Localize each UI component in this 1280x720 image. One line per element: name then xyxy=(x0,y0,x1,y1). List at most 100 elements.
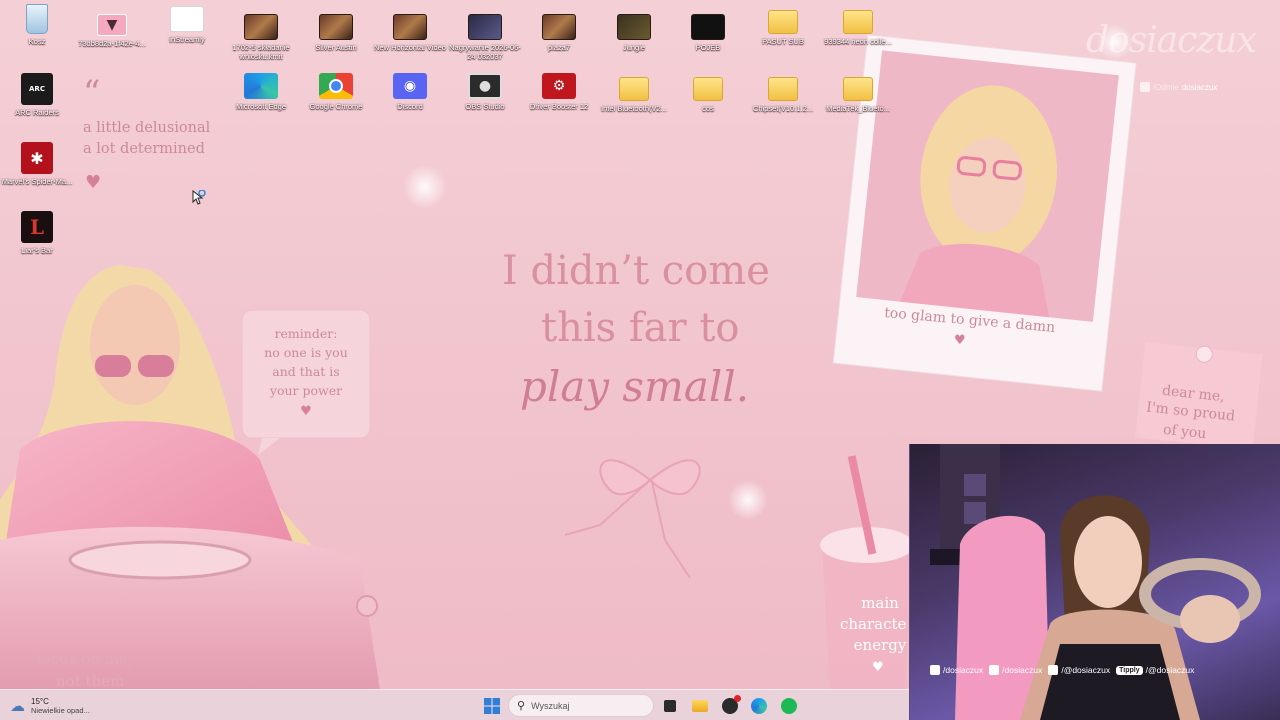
desktop-icon-folder-neon[interactable]: 939344 neon colle... xyxy=(820,10,896,74)
search-placeholder: Wyszukaj xyxy=(531,700,570,711)
weather-widget[interactable]: ☁ 15°C Niewielkie opad... xyxy=(10,694,90,718)
windows-logo-icon xyxy=(484,698,500,714)
reminder-heart-icon: ♥ xyxy=(300,404,312,419)
folder-icon xyxy=(768,10,798,34)
tiktok-icon xyxy=(989,665,1000,675)
quote-mark: “ xyxy=(83,73,101,113)
notification-dot xyxy=(734,695,741,702)
desktop-icon-label: Microsoft Edge xyxy=(235,103,287,111)
youtube-icon xyxy=(1048,665,1059,675)
desktop-icon-obs[interactable]: ● OBS Studio xyxy=(447,73,523,137)
desktop-icon-arc-raiders[interactable]: ARC ARC Raiders xyxy=(0,73,75,137)
desktop-icon-folder-chipset[interactable]: Chipset(V10.1.2... xyxy=(745,77,821,141)
desktop-icon-label: Kosz xyxy=(28,38,46,46)
tipply-link[interactable]: Tipply/@dosiaczux xyxy=(1116,665,1194,675)
desktop-icon-label: ARC Raiders xyxy=(15,109,59,117)
youtube-link[interactable]: /@dosiaczux xyxy=(1048,665,1110,675)
desktop-icon-label: MediaTek_Blueto... xyxy=(826,105,890,113)
desktop-icon-driver-booster[interactable]: ⚙ Driver Booster 12 xyxy=(521,73,597,137)
desktop-icon-label: Marvel's Spider-Ma... xyxy=(1,178,73,186)
desktop-icon-video-1[interactable]: 1702-5 składanie wniosku.kmit xyxy=(223,14,299,78)
heart-icon: ♥ xyxy=(85,172,102,193)
desktop-icon-label: cos xyxy=(702,105,714,113)
desktop-icon-label: plaza7 xyxy=(547,44,571,52)
spider-man-icon: ✱ xyxy=(21,142,53,174)
recycle-bin-icon xyxy=(26,4,48,34)
headline-line-3: play small. xyxy=(520,362,750,411)
tiktok-link[interactable]: /dosiaczux xyxy=(989,665,1042,675)
chrome-icon xyxy=(319,73,353,99)
folder-icon xyxy=(843,77,873,101)
webcam-feed xyxy=(930,444,1261,720)
weather-temp: 15°C xyxy=(31,697,49,706)
drink-line-2: characte xyxy=(840,615,907,633)
tiktok-handle: /dosiaczux xyxy=(1002,665,1043,675)
desktop-icon-label: OBS Studio xyxy=(465,103,505,111)
driver-booster-icon: ⚙ xyxy=(542,73,576,99)
obs-icon: ● xyxy=(468,73,502,99)
desktop-icon-video-4[interactable]: Nagrywanie 2026-06-24 032037 xyxy=(447,14,523,78)
file-explorer-icon xyxy=(692,700,708,712)
desktop-icon-video-3[interactable]: New Horizontal Video xyxy=(372,14,448,78)
task-view-button[interactable] xyxy=(659,695,681,717)
mouse-cursor-icon xyxy=(192,190,206,205)
desktop-icon-video-6[interactable]: Jungle xyxy=(596,14,672,78)
desktop-icon-folder-intel[interactable]: Intel Bluetooth(V2... xyxy=(596,77,672,141)
desktop-icon-spider-man[interactable]: ✱ Marvel's Spider-Ma... xyxy=(0,142,75,206)
desktop-icon-label: New Horizontal Video xyxy=(374,44,446,52)
desktop-icon-instreamly[interactable]: inStreamly xyxy=(149,6,225,70)
taskbar-search-input[interactable]: ⚲ Wyszukaj xyxy=(508,694,654,717)
desktop-icon-label: 73db8d2a-1f42e-4... xyxy=(78,40,146,48)
desktop-icon-chrome[interactable]: Google Chrome xyxy=(298,73,374,137)
desktop-icon-folder-pasut[interactable]: PASUT SUB xyxy=(745,10,821,74)
desktop-icon-video-7[interactable]: POJEB xyxy=(670,14,746,78)
desktop-icon-recycle-bin[interactable]: Kosz xyxy=(0,4,75,68)
video-file-icon xyxy=(468,14,502,40)
desktop-icon-label: 1702-5 składanie wniosku.kmit xyxy=(232,44,290,61)
video-file-icon xyxy=(319,14,353,40)
weather-desc: Niewielkie opad... xyxy=(31,706,90,715)
webcam-overlay xyxy=(909,444,1280,720)
headline-line-2: this far to xyxy=(541,305,740,351)
reminder-line-1: reminder: xyxy=(274,326,338,341)
headline-line-1: I didn’t come xyxy=(502,248,770,294)
desktop-icon-folder-cos[interactable]: cos xyxy=(670,77,746,141)
tipply-badge: Tipply xyxy=(1116,665,1143,675)
desktop-icon-label: PASUT SUB xyxy=(762,38,804,46)
drink-line-1: main xyxy=(861,594,899,612)
taskbar-obs[interactable] xyxy=(719,695,741,717)
taskbar-edge[interactable] xyxy=(748,695,770,717)
taskbar: ☁ 15°C Niewielkie opad... ⚲ Wyszukaj xyxy=(0,689,910,720)
desktop-icon-video-2[interactable]: Silver Austin xyxy=(298,14,374,78)
quote-line-2: a lot determined xyxy=(83,141,205,157)
image-file-icon: ▼ xyxy=(97,14,127,36)
desktop-icon-video-5[interactable]: plaza7 xyxy=(521,14,597,78)
video-file-icon xyxy=(617,14,651,40)
desktop-icon-discord[interactable]: ◉ Discord xyxy=(372,73,448,137)
weather-cloud-icon: ☁ xyxy=(10,697,25,715)
desktop-icon-folder-mediatek[interactable]: MediaTek_Blueto... xyxy=(820,77,896,141)
desktop-icon-edge[interactable]: Microsoft Edge xyxy=(223,73,299,137)
edge-taskbar-icon xyxy=(751,698,767,714)
desktop-icon-label: Driver Booster 12 xyxy=(529,103,589,111)
instagram-handle: /dosiaczux xyxy=(943,665,984,675)
taskbar-file-explorer[interactable] xyxy=(689,695,711,717)
desktop-icon-liars-bar[interactable]: L Liar's Bar xyxy=(0,211,75,275)
desktop-icon-image-file[interactable]: ▼ 73db8d2a-1f42e-4... xyxy=(74,14,150,78)
video-file-icon xyxy=(244,14,278,40)
folder-icon xyxy=(843,10,873,34)
task-view-icon xyxy=(664,700,676,712)
start-button[interactable] xyxy=(481,695,503,717)
channel-watermark: dosiaczux xyxy=(1086,20,1257,61)
folder-icon xyxy=(768,77,798,101)
drink-line-3: energy xyxy=(853,636,907,654)
discord-icon: ◉ xyxy=(393,73,427,99)
spotify-icon xyxy=(781,698,797,714)
focus-line-1: focus on me, xyxy=(36,650,133,668)
instagram-link[interactable]: /dosiaczux xyxy=(930,665,983,675)
taskbar-spotify[interactable] xyxy=(778,695,800,717)
webcam-social-links: /dosiaczux /dosiaczux /@dosiaczux Tipply… xyxy=(930,662,1194,678)
desktop-icon-label: Nagrywanie 2026-06-24 032037 xyxy=(449,44,521,61)
tipply-handle: /@dosiaczux xyxy=(1145,665,1195,675)
edge-icon xyxy=(244,73,278,99)
